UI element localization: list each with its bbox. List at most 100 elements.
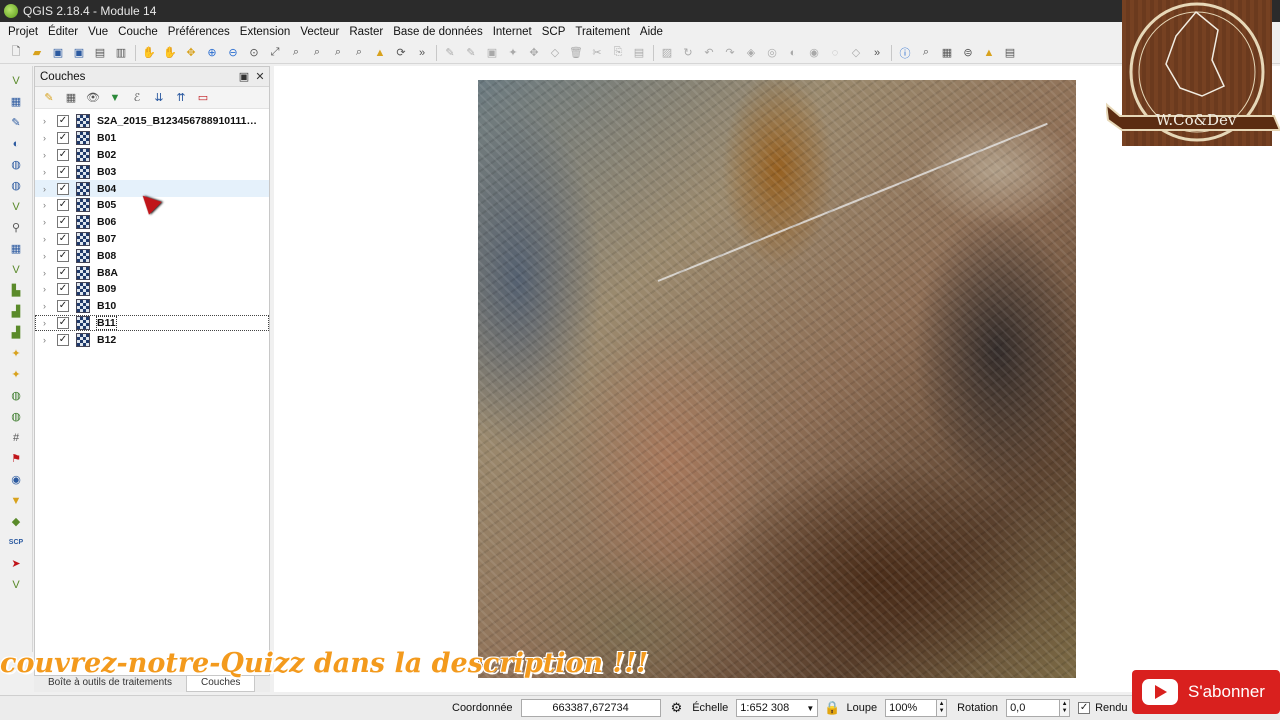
- deselect-icon[interactable]: ▦: [939, 45, 955, 61]
- menu-scp[interactable]: SCP: [537, 26, 571, 38]
- measure-icon[interactable]: ⊜: [960, 45, 976, 61]
- menu-traitement[interactable]: Traitement: [570, 26, 635, 38]
- digitize-icon[interactable]: ▨: [659, 45, 675, 61]
- add-delimited-text-icon[interactable]: ⚲: [7, 219, 25, 236]
- add-group-icon[interactable]: ▦: [63, 90, 79, 106]
- coordinate-capture-icon[interactable]: ⚑: [7, 450, 25, 467]
- expand-chevron-icon[interactable]: ›: [43, 133, 53, 143]
- zoom-in-icon[interactable]: ⊕: [204, 45, 220, 61]
- expand-chevron-icon[interactable]: ›: [43, 217, 53, 227]
- histogram-icon[interactable]: ▙: [7, 282, 25, 299]
- reshape-icon[interactable]: ◇: [848, 45, 864, 61]
- menu-vue[interactable]: Vue: [83, 26, 113, 38]
- add-wms-icon[interactable]: ◍: [7, 156, 25, 173]
- expand-chevron-icon[interactable]: ›: [43, 318, 53, 328]
- rotation-field[interactable]: 0,0: [1006, 699, 1061, 717]
- zoom-out-icon[interactable]: ⊖: [225, 45, 241, 61]
- layer-row[interactable]: › ✓ B06: [35, 214, 269, 231]
- identify-icon[interactable]: ⓘ: [897, 45, 913, 61]
- zoom-next-icon[interactable]: ⌕: [351, 45, 367, 61]
- manage-visibility-icon[interactable]: 👁: [85, 90, 101, 106]
- save-project-icon[interactable]: ▣: [50, 45, 66, 61]
- expand-chevron-icon[interactable]: ›: [43, 167, 53, 177]
- expand-chevron-icon[interactable]: ›: [43, 200, 53, 210]
- toolbar-overflow-icon[interactable]: »: [869, 45, 885, 61]
- undo-icon[interactable]: ↶: [701, 45, 717, 61]
- georeferencer-icon[interactable]: ◍: [7, 387, 25, 404]
- filter-expression-icon[interactable]: ℰ: [129, 90, 145, 106]
- menu-extension[interactable]: Extension: [235, 26, 296, 38]
- pan-to-selection-icon[interactable]: ✥: [183, 45, 199, 61]
- toggle-editing-icon[interactable]: ✎: [463, 45, 479, 61]
- expand-chevron-icon[interactable]: ›: [43, 284, 53, 294]
- layer-row[interactable]: › ✓ B03: [35, 163, 269, 180]
- rotate-icon[interactable]: ↻: [680, 45, 696, 61]
- raster-calc-icon[interactable]: ▟: [7, 324, 25, 341]
- select-features-icon[interactable]: ⌕: [918, 45, 934, 61]
- move-feature-icon[interactable]: ✥: [526, 45, 542, 61]
- style-manager-icon[interactable]: ✎: [41, 90, 57, 106]
- layer-row[interactable]: › ✓ B12: [35, 331, 269, 348]
- raster-tools-icon[interactable]: ◆: [7, 513, 25, 530]
- magnifier-field[interactable]: 100%: [885, 699, 938, 717]
- expand-chevron-icon[interactable]: ›: [43, 335, 53, 345]
- geoprocess-icon[interactable]: ◍: [7, 408, 25, 425]
- rotation-spinner[interactable]: ▲ ▼: [1060, 699, 1071, 717]
- add-vector-layer-icon[interactable]: V: [7, 72, 25, 89]
- add-raster-layer-icon[interactable]: ▦: [7, 93, 25, 110]
- layer-row[interactable]: › ✓ B8A: [35, 264, 269, 281]
- layer-row[interactable]: › ✓ B11: [35, 314, 269, 332]
- layer-row[interactable]: › ✓ B09: [35, 281, 269, 298]
- layer-visibility-checkbox[interactable]: ✓: [57, 115, 69, 128]
- layer-visibility-checkbox[interactable]: ✓: [57, 249, 69, 262]
- layer-row[interactable]: › ✓ S2A_2015_B123456788910111…: [35, 113, 269, 130]
- simplify-icon[interactable]: ◈: [743, 45, 759, 61]
- save-edits-icon[interactable]: ▣: [484, 45, 500, 61]
- delete-selected-icon[interactable]: 🗑: [568, 45, 584, 61]
- new-shapefile-icon[interactable]: V: [7, 261, 25, 278]
- layer-visibility-checkbox[interactable]: ✓: [57, 232, 69, 245]
- copy-features-icon[interactable]: ⎘: [610, 45, 626, 61]
- zoom-native-icon[interactable]: ⊙: [246, 45, 262, 61]
- layer-visibility-checkbox[interactable]: ✓: [57, 300, 69, 313]
- composer-manager-icon[interactable]: ▥: [113, 45, 129, 61]
- node-tool-icon[interactable]: ◇: [547, 45, 563, 61]
- expand-chevron-icon[interactable]: ›: [43, 268, 53, 278]
- layer-visibility-checkbox[interactable]: ✓: [57, 316, 69, 329]
- filter-legend-icon[interactable]: ▼: [107, 90, 123, 106]
- pan-map-icon[interactable]: ✋: [162, 45, 178, 61]
- histogram-stretch-icon[interactable]: ▟: [7, 303, 25, 320]
- map-canvas[interactable]: [274, 66, 1280, 692]
- scp-icon[interactable]: SCP: [7, 534, 25, 551]
- new-project-icon[interactable]: 🗋: [8, 45, 24, 61]
- expand-chevron-icon[interactable]: ›: [43, 301, 53, 311]
- scp-plugin-icon[interactable]: ✦: [7, 366, 25, 383]
- add-feature-icon[interactable]: ✦: [505, 45, 521, 61]
- layer-visibility-checkbox[interactable]: ✓: [57, 199, 69, 212]
- layer-row[interactable]: › ✓ B08: [35, 247, 269, 264]
- delete-ring-icon[interactable]: ◌: [827, 45, 843, 61]
- layer-visibility-checkbox[interactable]: ✓: [57, 182, 69, 195]
- layer-row[interactable]: › ✓ B10: [35, 298, 269, 315]
- annotation-icon[interactable]: ▲: [981, 45, 997, 61]
- layer-visibility-checkbox[interactable]: ✓: [57, 333, 69, 346]
- coordinate-field[interactable]: 663387,672734: [520, 699, 661, 717]
- gps-icon[interactable]: ✦: [7, 345, 25, 362]
- new-bookmark-icon[interactable]: ▲: [372, 45, 388, 61]
- menu-raster[interactable]: Raster: [344, 26, 388, 38]
- zoom-full-icon[interactable]: ⤢: [267, 45, 283, 61]
- add-virtual-layer-icon[interactable]: ▦: [7, 240, 25, 257]
- subscribe-button[interactable]: S'abonner: [1132, 670, 1280, 714]
- render-checkbox[interactable]: ✓: [1078, 702, 1091, 714]
- zoom-selection-icon[interactable]: ⌕: [288, 45, 304, 61]
- paste-features-icon[interactable]: ▤: [631, 45, 647, 61]
- add-ring-icon[interactable]: ◎: [764, 45, 780, 61]
- expand-chevron-icon[interactable]: ›: [43, 234, 53, 244]
- scp-pointer-icon[interactable]: ➤: [7, 555, 25, 572]
- expand-chevron-icon[interactable]: ›: [43, 116, 53, 126]
- toolbar-overflow-icon[interactable]: »: [414, 45, 430, 61]
- expand-chevron-icon[interactable]: ›: [43, 251, 53, 261]
- add-part-icon[interactable]: ◐: [785, 45, 801, 61]
- extents-toggle-icon[interactable]: ⚙: [671, 700, 683, 716]
- remove-layer-icon[interactable]: ▭: [195, 90, 211, 106]
